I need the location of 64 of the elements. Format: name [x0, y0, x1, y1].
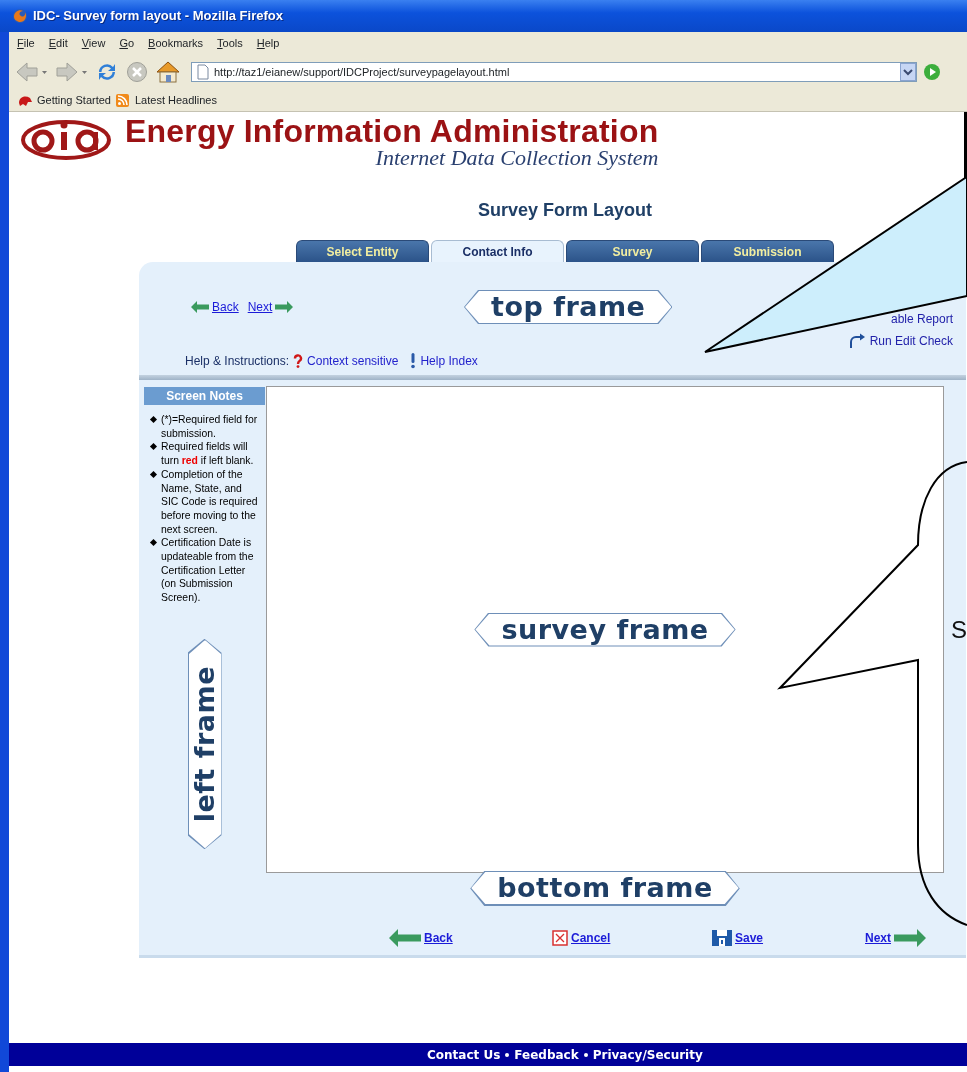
address-field[interactable]: http://taz1/eianew/support/IDCProject/surveypagelayout.html	[191, 62, 917, 82]
footer-link[interactable]: Feedback	[514, 1045, 579, 1064]
arrow-right-icon	[275, 301, 294, 313]
back-link[interactable]: Back	[212, 298, 239, 316]
help-label: Help & Instructions:	[185, 353, 290, 370]
menu-item[interactable]: File	[17, 34, 35, 52]
arrow-left-icon	[191, 301, 209, 313]
note-text: Completion of the Name, State, and SIC Code is required before moving to the next screen.	[161, 467, 259, 537]
menu-item[interactable]: Go	[119, 34, 135, 52]
bullet-icon	[149, 470, 158, 478]
back-link[interactable]: Back	[389, 928, 552, 948]
help-link[interactable]: Help Index	[420, 352, 478, 370]
note-text: Certification Date is updateable from the Certification Letter (on Submission Screen).	[161, 536, 255, 605]
rss-icon	[115, 93, 131, 108]
exclamation-icon	[410, 353, 417, 369]
bullet-icon	[149, 443, 158, 451]
left-frame-label: left frame	[187, 638, 222, 850]
footer-link[interactable]: Privacy/Security	[592, 1045, 703, 1064]
forward-arrow-icon[interactable]	[55, 61, 89, 83]
note-text: (*)=Required field for submission.	[161, 413, 259, 441]
survey-frame-label: survey frame	[474, 612, 736, 647]
tab[interactable]: Survey	[566, 240, 699, 262]
bullet-dot	[583, 1052, 588, 1057]
bullet-icon	[149, 539, 158, 547]
window-title: IDC- Survey form layout - Mozilla Firefox	[33, 7, 283, 26]
bullet-icon	[149, 415, 158, 424]
menu-item[interactable]: Bookmarks	[148, 34, 204, 52]
callout-text: S	[951, 616, 967, 643]
dropdown-icon[interactable]	[900, 63, 916, 81]
edit-check-link[interactable]: Run Edit Check	[869, 332, 953, 350]
cancel-link[interactable]: Cancel	[552, 928, 712, 948]
home-icon[interactable]	[155, 60, 181, 84]
report-link[interactable]: able Report	[890, 310, 953, 328]
note-text: Required fields will turn red if left blank.	[161, 440, 255, 468]
tab[interactable]: Select Entity	[296, 240, 429, 262]
stop-icon[interactable]	[125, 60, 149, 84]
firefox-icon	[12, 8, 28, 24]
page-title: Survey Form Layout	[476, 199, 653, 222]
site-subtitle: Internet Data Collection System	[374, 146, 659, 170]
save-link[interactable]: Save	[712, 928, 865, 948]
bottom-frame-label: bottom frame	[470, 871, 740, 906]
question-mark-icon	[293, 354, 304, 368]
next-link[interactable]: Next	[865, 928, 966, 948]
menu-item[interactable]: View	[81, 34, 106, 52]
arrow-right-icon	[894, 929, 926, 947]
footer-link[interactable]: Contact Us	[427, 1045, 501, 1064]
menu-item[interactable]: Edit	[48, 34, 68, 52]
back-arrow-icon[interactable]	[15, 61, 49, 83]
bookmark-link[interactable]: Latest Headlines	[135, 92, 217, 109]
arrow-left-icon	[389, 929, 421, 947]
screen-notes-heading: Screen Notes	[144, 387, 265, 405]
menu-item[interactable]: Help	[256, 34, 280, 52]
help-link[interactable]: Context sensitive	[307, 352, 399, 370]
go-icon[interactable]	[923, 63, 941, 81]
tab[interactable]: Contact Info	[431, 240, 564, 262]
bullet-dot	[505, 1052, 510, 1057]
cancel-x-icon	[552, 930, 568, 946]
tab[interactable]: Submission	[701, 240, 834, 262]
next-link[interactable]: Next	[247, 298, 273, 316]
bookmark-link[interactable]: Getting Started	[37, 92, 111, 109]
page-icon	[196, 64, 210, 80]
menu-item[interactable]: Tools	[217, 34, 243, 52]
curved-arrow-icon	[847, 333, 866, 349]
top-frame-label: top frame	[464, 290, 673, 324]
